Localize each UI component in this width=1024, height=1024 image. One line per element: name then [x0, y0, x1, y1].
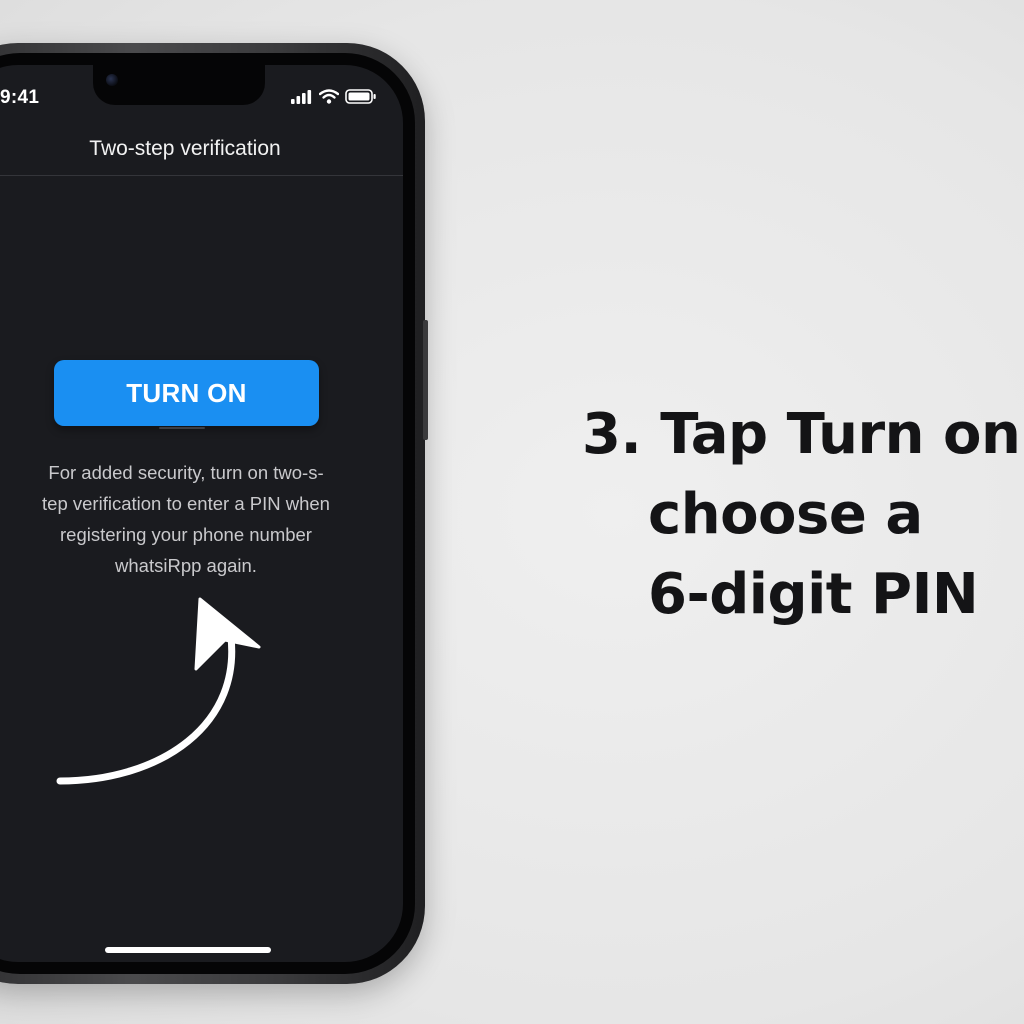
caption-line: choose a: [648, 482, 923, 547]
curved-arrow-icon: [56, 597, 261, 785]
home-indicator[interactable]: [105, 947, 271, 953]
caption-line: 3. Tap Turn on: [582, 402, 1021, 467]
tutorial-slide: 9:41 Two-step verification TURN ON For a…: [0, 0, 1024, 1024]
caption-line: 6-digit PIN: [648, 562, 979, 627]
phone-screen: 9:41 Two-step verification TURN ON For a…: [0, 65, 403, 962]
phone-side-button: [423, 320, 428, 440]
step-caption: 3. Tap Turn on choose a 6-digit PIN: [560, 395, 1021, 635]
